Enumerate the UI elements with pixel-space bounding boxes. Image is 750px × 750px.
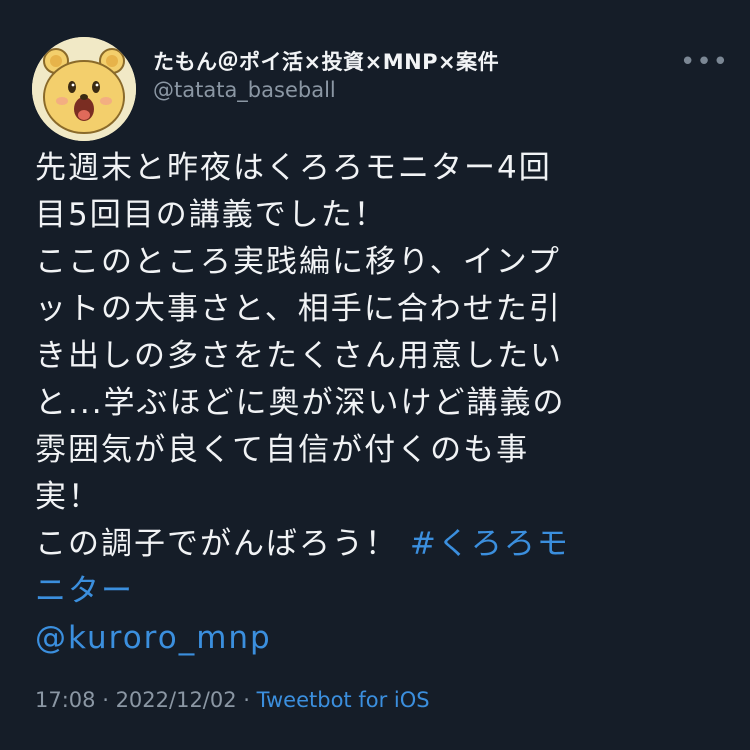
tweet-text-line: 雰囲気が良くて自信が付くのも事: [35, 432, 530, 468]
tweet-card: たもん＠ポイ活×投資×MNP×案件 @tatata_baseball ••• 先…: [0, 0, 750, 750]
tweet-text-line: ットの大事さと、相手に合わせた引: [35, 291, 562, 327]
tweet-text-line: 先週末と昨夜はくろろモニター4回: [35, 150, 552, 186]
avatar[interactable]: [32, 37, 136, 141]
tweet-source-link[interactable]: Tweetbot for iOS: [257, 688, 430, 712]
tweet-text-line: と...学ぶほどに奥が深いけど講義の: [35, 385, 566, 421]
hashtag-link-part2[interactable]: ニター: [35, 573, 134, 609]
more-horizontal-icon: •••: [680, 47, 730, 77]
tweet-text-line: 目5回目の講義でした！: [35, 197, 387, 233]
mention-link[interactable]: @kuroro_mnp: [35, 620, 272, 656]
display-name[interactable]: たもん＠ポイ活×投資×MNP×案件: [153, 46, 499, 76]
tweet-text-line-with-hashtag: この調子でがんばろう！ #くろろモ: [35, 521, 695, 568]
tweet-text-line: ここのところ実践編に移り、インプ: [35, 244, 561, 280]
cartoon-bear-avatar-icon: [32, 37, 136, 141]
tweet-meta: 17:08 · 2022/12/02 · Tweetbot for iOS: [35, 688, 430, 712]
tweet-text-line: 実！: [35, 479, 101, 515]
meta-separator: ·: [236, 688, 257, 712]
more-options-button[interactable]: •••: [680, 49, 728, 75]
tweet-date: 2022/12/02: [115, 688, 237, 712]
tweet-text: 先週末と昨夜はくろろモニター4回 目5回目の講義でした！ ここのところ実践編に移…: [35, 145, 695, 662]
tweet-text-segment: この調子でがんばろう！: [35, 526, 410, 562]
hashtag-link-part1[interactable]: #くろろモ: [410, 526, 570, 562]
tweet-text-line: き出しの多さをたくさん用意したい: [35, 338, 563, 374]
tweet-time: 17:08: [35, 688, 96, 712]
tweet-text-line: @kuroro_mnp: [35, 615, 695, 662]
user-handle[interactable]: @tatata_baseball: [153, 78, 336, 102]
tweet-text-line: ニター: [35, 568, 695, 615]
meta-separator: ·: [95, 688, 116, 712]
